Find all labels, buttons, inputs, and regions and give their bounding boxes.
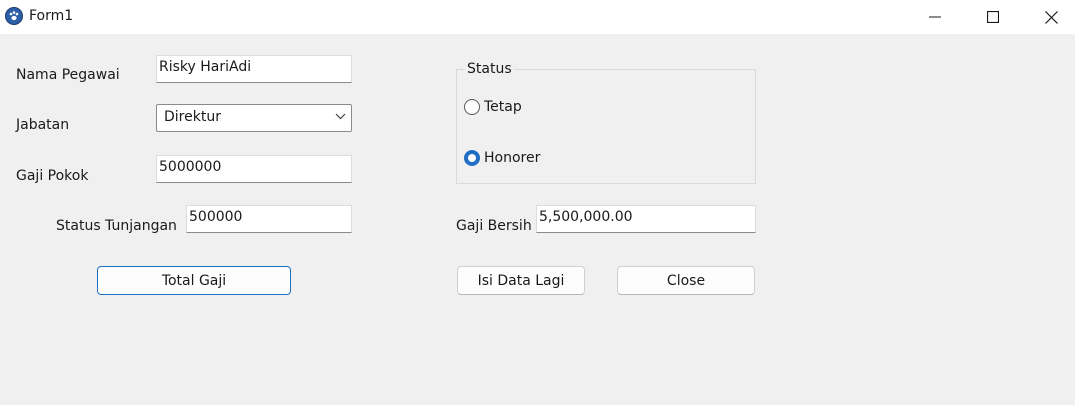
gaji-bersih-input[interactable]: 5,500,000.00: [536, 205, 756, 233]
maximize-button[interactable]: [964, 0, 1022, 34]
title-bar: Form1: [0, 0, 1075, 34]
close-icon: [1044, 10, 1058, 24]
total-gaji-button[interactable]: Total Gaji: [97, 266, 291, 295]
chevron-down-icon: [335, 113, 346, 120]
radio-honorer[interactable]: [464, 150, 480, 166]
status-group-title: Status: [465, 61, 514, 77]
isi-data-lagi-button-label: Isi Data Lagi: [477, 272, 565, 289]
close-window-button[interactable]: [1022, 0, 1075, 34]
status-groupbox: [456, 69, 756, 184]
jabatan-label: Jabatan: [16, 117, 70, 133]
maximize-icon: [987, 11, 999, 23]
status-tunjangan-value: 500000: [189, 209, 243, 225]
radio-tetap-label[interactable]: Tetap: [484, 99, 522, 115]
gaji-pokok-label: Gaji Pokok: [16, 168, 89, 184]
gaji-pokok-input[interactable]: 5000000: [156, 155, 352, 183]
paw-icon: [5, 7, 23, 25]
close-button[interactable]: Close: [617, 266, 755, 295]
minimize-button[interactable]: [906, 0, 964, 34]
gaji-bersih-value: 5,500,000.00: [539, 209, 633, 225]
isi-data-lagi-button[interactable]: Isi Data Lagi: [457, 266, 585, 295]
status-tunjangan-label: Status Tunjangan: [56, 218, 177, 234]
total-gaji-button-label: Total Gaji: [161, 272, 227, 289]
nama-pegawai-label: Nama Pegawai: [16, 67, 120, 83]
nama-pegawai-value: Risky HariAdi: [159, 59, 252, 75]
minimize-icon: [929, 16, 941, 18]
status-tunjangan-input[interactable]: 500000: [186, 205, 352, 233]
jabatan-selected-value: Direktur: [164, 109, 221, 125]
jabatan-dropdown[interactable]: Direktur: [156, 104, 352, 132]
close-button-label: Close: [666, 272, 706, 289]
window-title: Form1: [29, 8, 74, 24]
radio-tetap[interactable]: [464, 99, 480, 115]
gaji-pokok-value: 5000000: [159, 159, 222, 175]
radio-honorer-label[interactable]: Honorer: [484, 150, 540, 166]
nama-pegawai-input[interactable]: Risky HariAdi: [156, 55, 352, 83]
gaji-bersih-label: Gaji Bersih: [456, 218, 532, 234]
